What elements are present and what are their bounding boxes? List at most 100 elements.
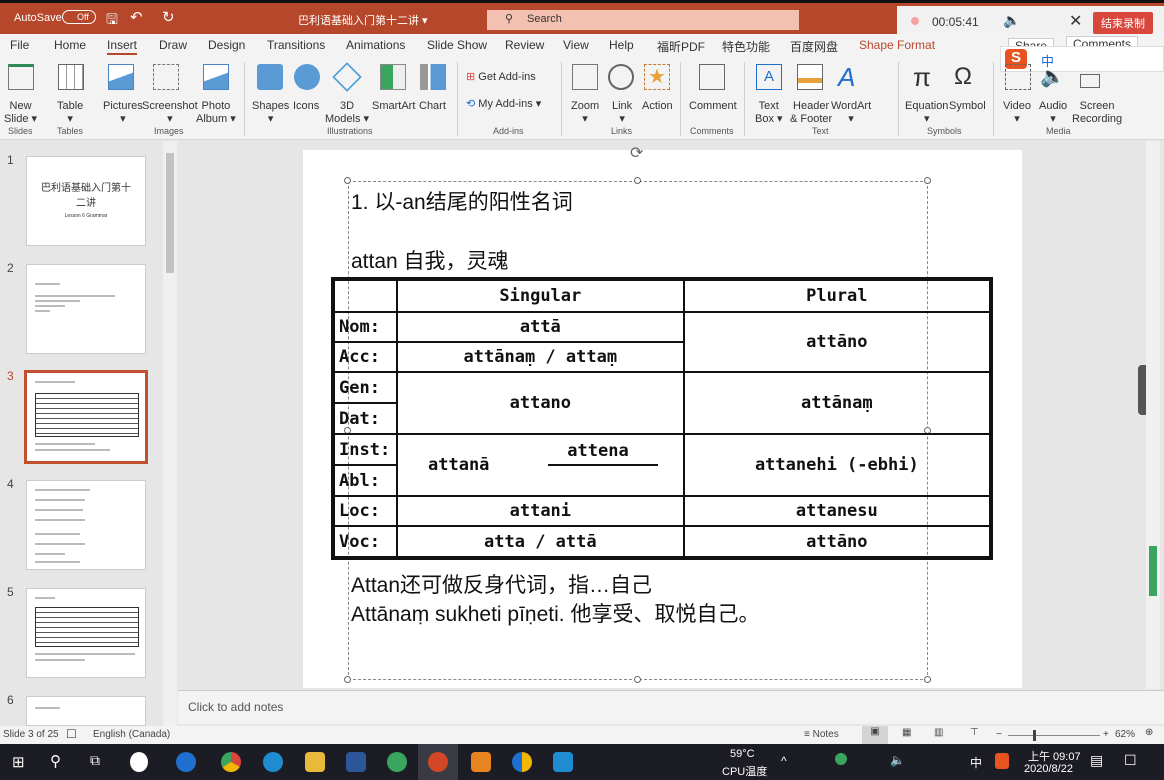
case-label: Acc: xyxy=(332,341,398,373)
save-icon[interactable]: 🖫 xyxy=(106,9,118,33)
fit-slide-icon[interactable]: ⊕ xyxy=(1145,727,1153,738)
equation-button[interactable]: Equation ▾ xyxy=(905,100,948,126)
slide-thumbnail-6[interactable] xyxy=(26,696,146,726)
zoom-in-button[interactable]: + xyxy=(1103,729,1109,740)
pictures-button[interactable]: Pictures ▾ xyxy=(103,100,143,126)
slide-sorter-icon[interactable]: ▦ xyxy=(902,727,911,738)
symbol-button[interactable]: Symbol xyxy=(949,100,986,113)
text-box-button[interactable]: Text Box ▾ xyxy=(755,100,783,126)
browser-icon[interactable] xyxy=(387,752,407,772)
clock-time[interactable]: 上午 09:07 xyxy=(1028,748,1081,764)
get-add-ins-label: Get Add-ins xyxy=(478,71,536,83)
ime-indicator[interactable]: 中 xyxy=(970,754,982,771)
end-record-button[interactable]: 结束录制 xyxy=(1093,12,1153,34)
photo-album-button[interactable]: Photo Album ▾ xyxy=(196,100,236,126)
tab-animations[interactable]: Animations xyxy=(346,38,405,52)
tray-icon[interactable] xyxy=(835,753,847,765)
close-icon[interactable]: ✕ xyxy=(1069,11,1082,31)
tab-file[interactable]: File xyxy=(10,38,29,52)
chart-button[interactable]: Chart xyxy=(419,100,446,113)
tab-home[interactable]: Home xyxy=(54,38,86,52)
tab-slide-show[interactable]: Slide Show xyxy=(427,38,487,52)
spellcheck-icon[interactable]: ☐ xyxy=(66,727,77,741)
undo-icon[interactable]: ↶ xyxy=(130,8,143,26)
tab-insert[interactable]: Insert xyxy=(107,38,138,55)
group-links: Links xyxy=(611,126,633,136)
search-input[interactable]: ⚲ Search xyxy=(487,10,799,30)
speaker-icon[interactable]: 🔈 xyxy=(1003,12,1020,29)
zoom-slider[interactable] xyxy=(1008,730,1100,741)
comment-button[interactable]: Comment xyxy=(689,100,737,113)
slide-scrollbar[interactable] xyxy=(1146,141,1160,689)
slide-thumbnail-5[interactable] xyxy=(26,588,146,678)
autosave-toggle[interactable]: Off xyxy=(62,10,96,24)
task-view-icon[interactable]: ⧉ xyxy=(90,752,100,769)
slide-thumbnail-4[interactable] xyxy=(26,480,146,570)
link-button[interactable]: Link ▾ xyxy=(612,100,632,126)
audio-button[interactable]: Audio ▾ xyxy=(1039,100,1067,126)
tab-foxit-pdf[interactable]: 福昕PDF xyxy=(657,38,705,55)
slide-thumbnail-1[interactable]: 巴利语基础入门第十二讲 Lesson 6 Grammar xyxy=(26,156,146,246)
action-button[interactable]: Action xyxy=(642,100,673,113)
my-add-ins-button[interactable]: ⟲ My Add-ins ▾ xyxy=(466,98,541,111)
tray-chevron-icon[interactable]: ^ xyxy=(781,754,787,768)
reading-view-icon[interactable]: ▥ xyxy=(934,727,943,738)
ie-icon[interactable] xyxy=(176,752,196,772)
text-box-icon: A xyxy=(756,64,782,90)
zoom-button[interactable]: Zoom ▾ xyxy=(571,100,599,126)
tab-baidu[interactable]: 百度网盘 xyxy=(790,38,838,55)
tab-review[interactable]: Review xyxy=(505,38,544,52)
tab-view[interactable]: View xyxy=(563,38,589,52)
notes-pane[interactable]: Click to add notes xyxy=(178,690,1164,724)
tab-help[interactable]: Help xyxy=(609,38,634,52)
sogou-tray-icon[interactable] xyxy=(995,753,1009,769)
thumbnail-scrollbar[interactable] xyxy=(163,141,177,726)
tab-features[interactable]: 特色功能 xyxy=(722,38,770,55)
redo-icon[interactable]: ↻ xyxy=(162,8,175,26)
tab-draw[interactable]: Draw xyxy=(159,38,187,52)
tab-transitions[interactable]: Transitions xyxy=(267,38,325,52)
file-explorer-icon[interactable] xyxy=(305,752,325,772)
language[interactable]: English (Canada) xyxy=(93,729,170,740)
wordart-button[interactable]: WordArt ▾ xyxy=(831,100,871,126)
group-illustrations: Illustrations xyxy=(327,126,373,136)
search-icon[interactable]: ⚲ xyxy=(50,752,61,770)
smartart-button[interactable]: SmartArt xyxy=(372,100,415,113)
app-icon-ball[interactable] xyxy=(512,752,532,772)
volume-icon[interactable]: 🔈 xyxy=(890,753,905,767)
table-button[interactable]: Table ▾ xyxy=(57,100,83,126)
tab-shape-format[interactable]: Shape Format xyxy=(859,38,935,52)
slide-thumbnail-3-selected[interactable] xyxy=(24,370,148,464)
notes-tray-icon[interactable]: ▤ xyxy=(1090,752,1103,769)
zoom-out-button[interactable]: − xyxy=(996,729,1002,740)
slide-thumbnail-2[interactable] xyxy=(26,264,146,354)
chrome-icon[interactable] xyxy=(221,752,241,772)
3d-models-icon xyxy=(332,62,362,92)
rotate-handle-icon[interactable]: ⟳ xyxy=(630,143,643,163)
shapes-button[interactable]: Shapes ▾ xyxy=(252,100,289,126)
app-icon-m[interactable] xyxy=(553,752,573,772)
header-footer-button[interactable]: Header & Footer xyxy=(790,100,832,126)
get-add-ins-button[interactable]: ⊞ Get Add-ins xyxy=(466,71,536,84)
icons-button[interactable]: Icons xyxy=(293,100,319,113)
zoom-icon xyxy=(572,64,598,90)
windows-start-icon[interactable]: ⊞ xyxy=(12,753,25,771)
slideshow-icon[interactable]: ⊤ xyxy=(970,727,979,738)
edge-icon[interactable] xyxy=(263,752,283,772)
new-slide-button[interactable]: New Slide ▾ xyxy=(4,100,37,126)
video-button[interactable]: Video ▾ xyxy=(1003,100,1031,126)
word-icon[interactable] xyxy=(346,752,366,772)
normal-view-icon[interactable]: ▣ xyxy=(862,726,888,744)
powerpoint-taskbar-active[interactable] xyxy=(418,744,458,780)
clock-date[interactable]: 2020/8/22 xyxy=(1024,763,1073,775)
screen-recording-button[interactable]: Screen Recording xyxy=(1072,100,1122,126)
action-center-icon[interactable]: ☐ xyxy=(1124,752,1137,769)
app-icon-g[interactable] xyxy=(471,752,491,772)
document-title[interactable]: 巴利语基础入门第十二讲 ▾ xyxy=(298,12,428,28)
app-icon-1[interactable] xyxy=(130,752,148,772)
tab-design[interactable]: Design xyxy=(208,38,245,52)
zoom-level[interactable]: 62% xyxy=(1115,729,1135,740)
3d-models-button[interactable]: 3D Models ▾ xyxy=(325,100,369,126)
notes-button[interactable]: ≡ Notes xyxy=(804,729,839,740)
screenshot-button[interactable]: Screenshot ▾ xyxy=(142,100,198,126)
